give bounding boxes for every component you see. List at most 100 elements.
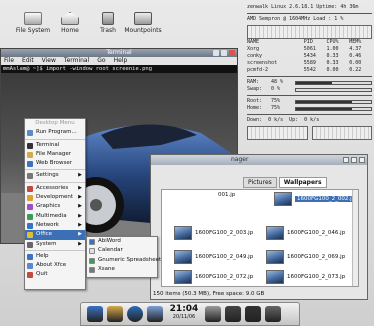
- desktop-menu: Desktop Menu Run Program... Terminal File …: [24, 118, 86, 290]
- upload-graph: [311, 126, 372, 140]
- up-label: Up:: [289, 117, 299, 123]
- divider: [247, 76, 372, 77]
- submenu-item-xsane[interactable]: Xsane: [87, 265, 157, 274]
- submenu-item-calendar[interactable]: Calendar: [87, 246, 157, 255]
- menu-item-web-browser[interactable]: Web Browser: [25, 159, 85, 168]
- path-button-pictures[interactable]: Pictures: [243, 177, 277, 188]
- terminal-titlebar[interactable]: Terminal: [1, 49, 237, 57]
- menu-separator: [25, 169, 85, 171]
- file-item[interactable]: 1600FG100_2_046.jp: [266, 226, 345, 240]
- menu-terminal[interactable]: Terminal: [64, 57, 89, 65]
- submenu-item-abiword[interactable]: AbiWord: [87, 237, 157, 246]
- submenu-item-gnumeric-spreadsheet[interactable]: Gnumeric Spreadsheet: [87, 256, 161, 265]
- network-line: Down: 0 k/s Up: 0 k/s: [247, 117, 372, 124]
- menu-item-office[interactable]: Office ▶: [25, 230, 85, 240]
- maximize-icon[interactable]: [351, 157, 357, 163]
- file-view[interactable]: 001.jp 1600FG100_2_002.jp 1600FG100_2_00…: [161, 189, 359, 287]
- menu-item-about-xfce[interactable]: About Xfce: [25, 261, 85, 270]
- clipboard-icon[interactable]: [205, 306, 221, 322]
- minimize-icon[interactable]: [343, 157, 349, 163]
- terminal-icon: [27, 142, 33, 149]
- menu-item-label: System: [36, 240, 57, 247]
- file-item[interactable]: 1600FG100_2_002.jp: [274, 192, 358, 206]
- menu-item-label: Development: [36, 194, 74, 201]
- file-manager-titlebar[interactable]: nager: [151, 155, 367, 165]
- clock-time: 21:04: [169, 304, 199, 314]
- notes-icon[interactable]: [147, 306, 163, 322]
- chevron-right-icon: ▶: [78, 221, 82, 228]
- up-value: 0 k/s: [304, 117, 320, 123]
- drive-icon: [134, 12, 152, 25]
- menu-item-label: Web Browser: [36, 160, 73, 167]
- terminal-title: Terminal: [106, 49, 132, 56]
- trash-icon: [102, 12, 114, 25]
- minimize-icon[interactable]: [213, 50, 219, 56]
- menu-item-settings[interactable]: Settings ▶: [25, 171, 85, 180]
- ram-bar-fill: [296, 81, 332, 84]
- system-icon: [27, 241, 33, 248]
- root-bar: [295, 99, 372, 104]
- file-item[interactable]: 1600FG100_2_073.jp: [266, 270, 345, 284]
- home-value: 75%: [271, 105, 281, 111]
- chevron-right-icon: ▶: [78, 172, 82, 179]
- path-button-wallpapers[interactable]: Wallpapers: [278, 177, 327, 188]
- menu-go[interactable]: Go: [97, 57, 105, 65]
- menu-item-graphics[interactable]: Graphics ▶: [25, 202, 85, 211]
- menu-item-accessories[interactable]: Accessories ▶: [25, 184, 85, 193]
- menu-item-label: Graphics: [36, 203, 61, 210]
- image-thumbnail: [174, 270, 192, 284]
- globe-icon[interactable]: [127, 306, 143, 322]
- menu-item-help[interactable]: Help: [25, 252, 85, 261]
- menu-item-run-program[interactable]: Run Program...: [25, 128, 85, 137]
- workspace-icon[interactable]: [225, 306, 241, 322]
- menu-help[interactable]: Help: [114, 57, 128, 65]
- close-icon[interactable]: [229, 50, 235, 56]
- menu-item-multimedia[interactable]: Multimedia ▶: [25, 212, 85, 221]
- home-bar-fill: [296, 107, 353, 110]
- clock[interactable]: 21:04 20/11/06: [169, 304, 199, 320]
- menu-view[interactable]: View: [42, 57, 56, 65]
- file-item[interactable]: 1600FG100_2_049.jp: [174, 250, 253, 264]
- cpu-line: AMD Sempron @ 1604MHz Load : 1 %: [247, 16, 344, 22]
- taskbar-panel: 21:04 20/11/06: [80, 302, 300, 326]
- process-table: NAME PID CPU% MEM% Xorg 5061 1.00 4.37 conk…: [247, 39, 372, 74]
- menu-item-terminal[interactable]: Terminal: [25, 141, 85, 150]
- development-icon: [27, 195, 33, 202]
- file-manager-window[interactable]: nager Pictures Wallpapers 001.jp 1600FG1…: [150, 154, 368, 300]
- desktop-icon-mountpoints[interactable]: Mountpoints: [120, 12, 166, 34]
- divider: [247, 95, 372, 96]
- menu-item-label: Terminal: [36, 141, 60, 148]
- terminal-prompt[interactable]: mmAslam@ ~]$ import -window root screeni…: [1, 65, 237, 73]
- close-icon[interactable]: [359, 157, 365, 163]
- file-item[interactable]: 1600FG100_2_069.jp: [266, 250, 345, 264]
- menu-item-development[interactable]: Development ▶: [25, 193, 85, 202]
- file-item[interactable]: 1600FG100_2_003.jp: [174, 226, 253, 240]
- terminal-icon[interactable]: [245, 306, 261, 322]
- file-manager-icon[interactable]: [265, 306, 281, 322]
- menu-file[interactable]: File: [4, 57, 14, 65]
- folder-icon: [27, 151, 33, 158]
- monitor-header: zenwalk Linux 2.6.18.1 Uptime: 4h 36m: [247, 4, 359, 10]
- menu-item-quit[interactable]: Quit: [25, 270, 85, 279]
- menu-edit[interactable]: Edit: [22, 57, 34, 65]
- folder-icon[interactable]: [107, 306, 123, 322]
- globe-icon: [27, 161, 33, 168]
- xfce-menu-icon[interactable]: [87, 306, 103, 322]
- menu-item-system[interactable]: System ▶: [25, 240, 85, 249]
- menu-item-file-manager[interactable]: File Manager: [25, 150, 85, 159]
- chevron-right-icon: ▶: [78, 212, 82, 219]
- chevron-right-icon: ▶: [78, 240, 82, 247]
- scanner-icon: [89, 266, 95, 273]
- ram-label: RAM:: [247, 79, 260, 85]
- cpu-graph: [247, 25, 372, 39]
- abiword-icon: [89, 239, 95, 245]
- menu-item-label: Multimedia: [36, 212, 67, 219]
- file-item[interactable]: 001.jp: [218, 192, 235, 198]
- menu-item-network[interactable]: Network ▶: [25, 221, 85, 230]
- accessories-icon: [27, 185, 33, 192]
- divider: [247, 114, 372, 115]
- file-item[interactable]: 1600FG100_2_072.jp: [174, 270, 253, 284]
- maximize-icon[interactable]: [221, 50, 227, 56]
- root-label: Root:: [247, 98, 263, 104]
- vertical-scrollbar[interactable]: [352, 190, 358, 286]
